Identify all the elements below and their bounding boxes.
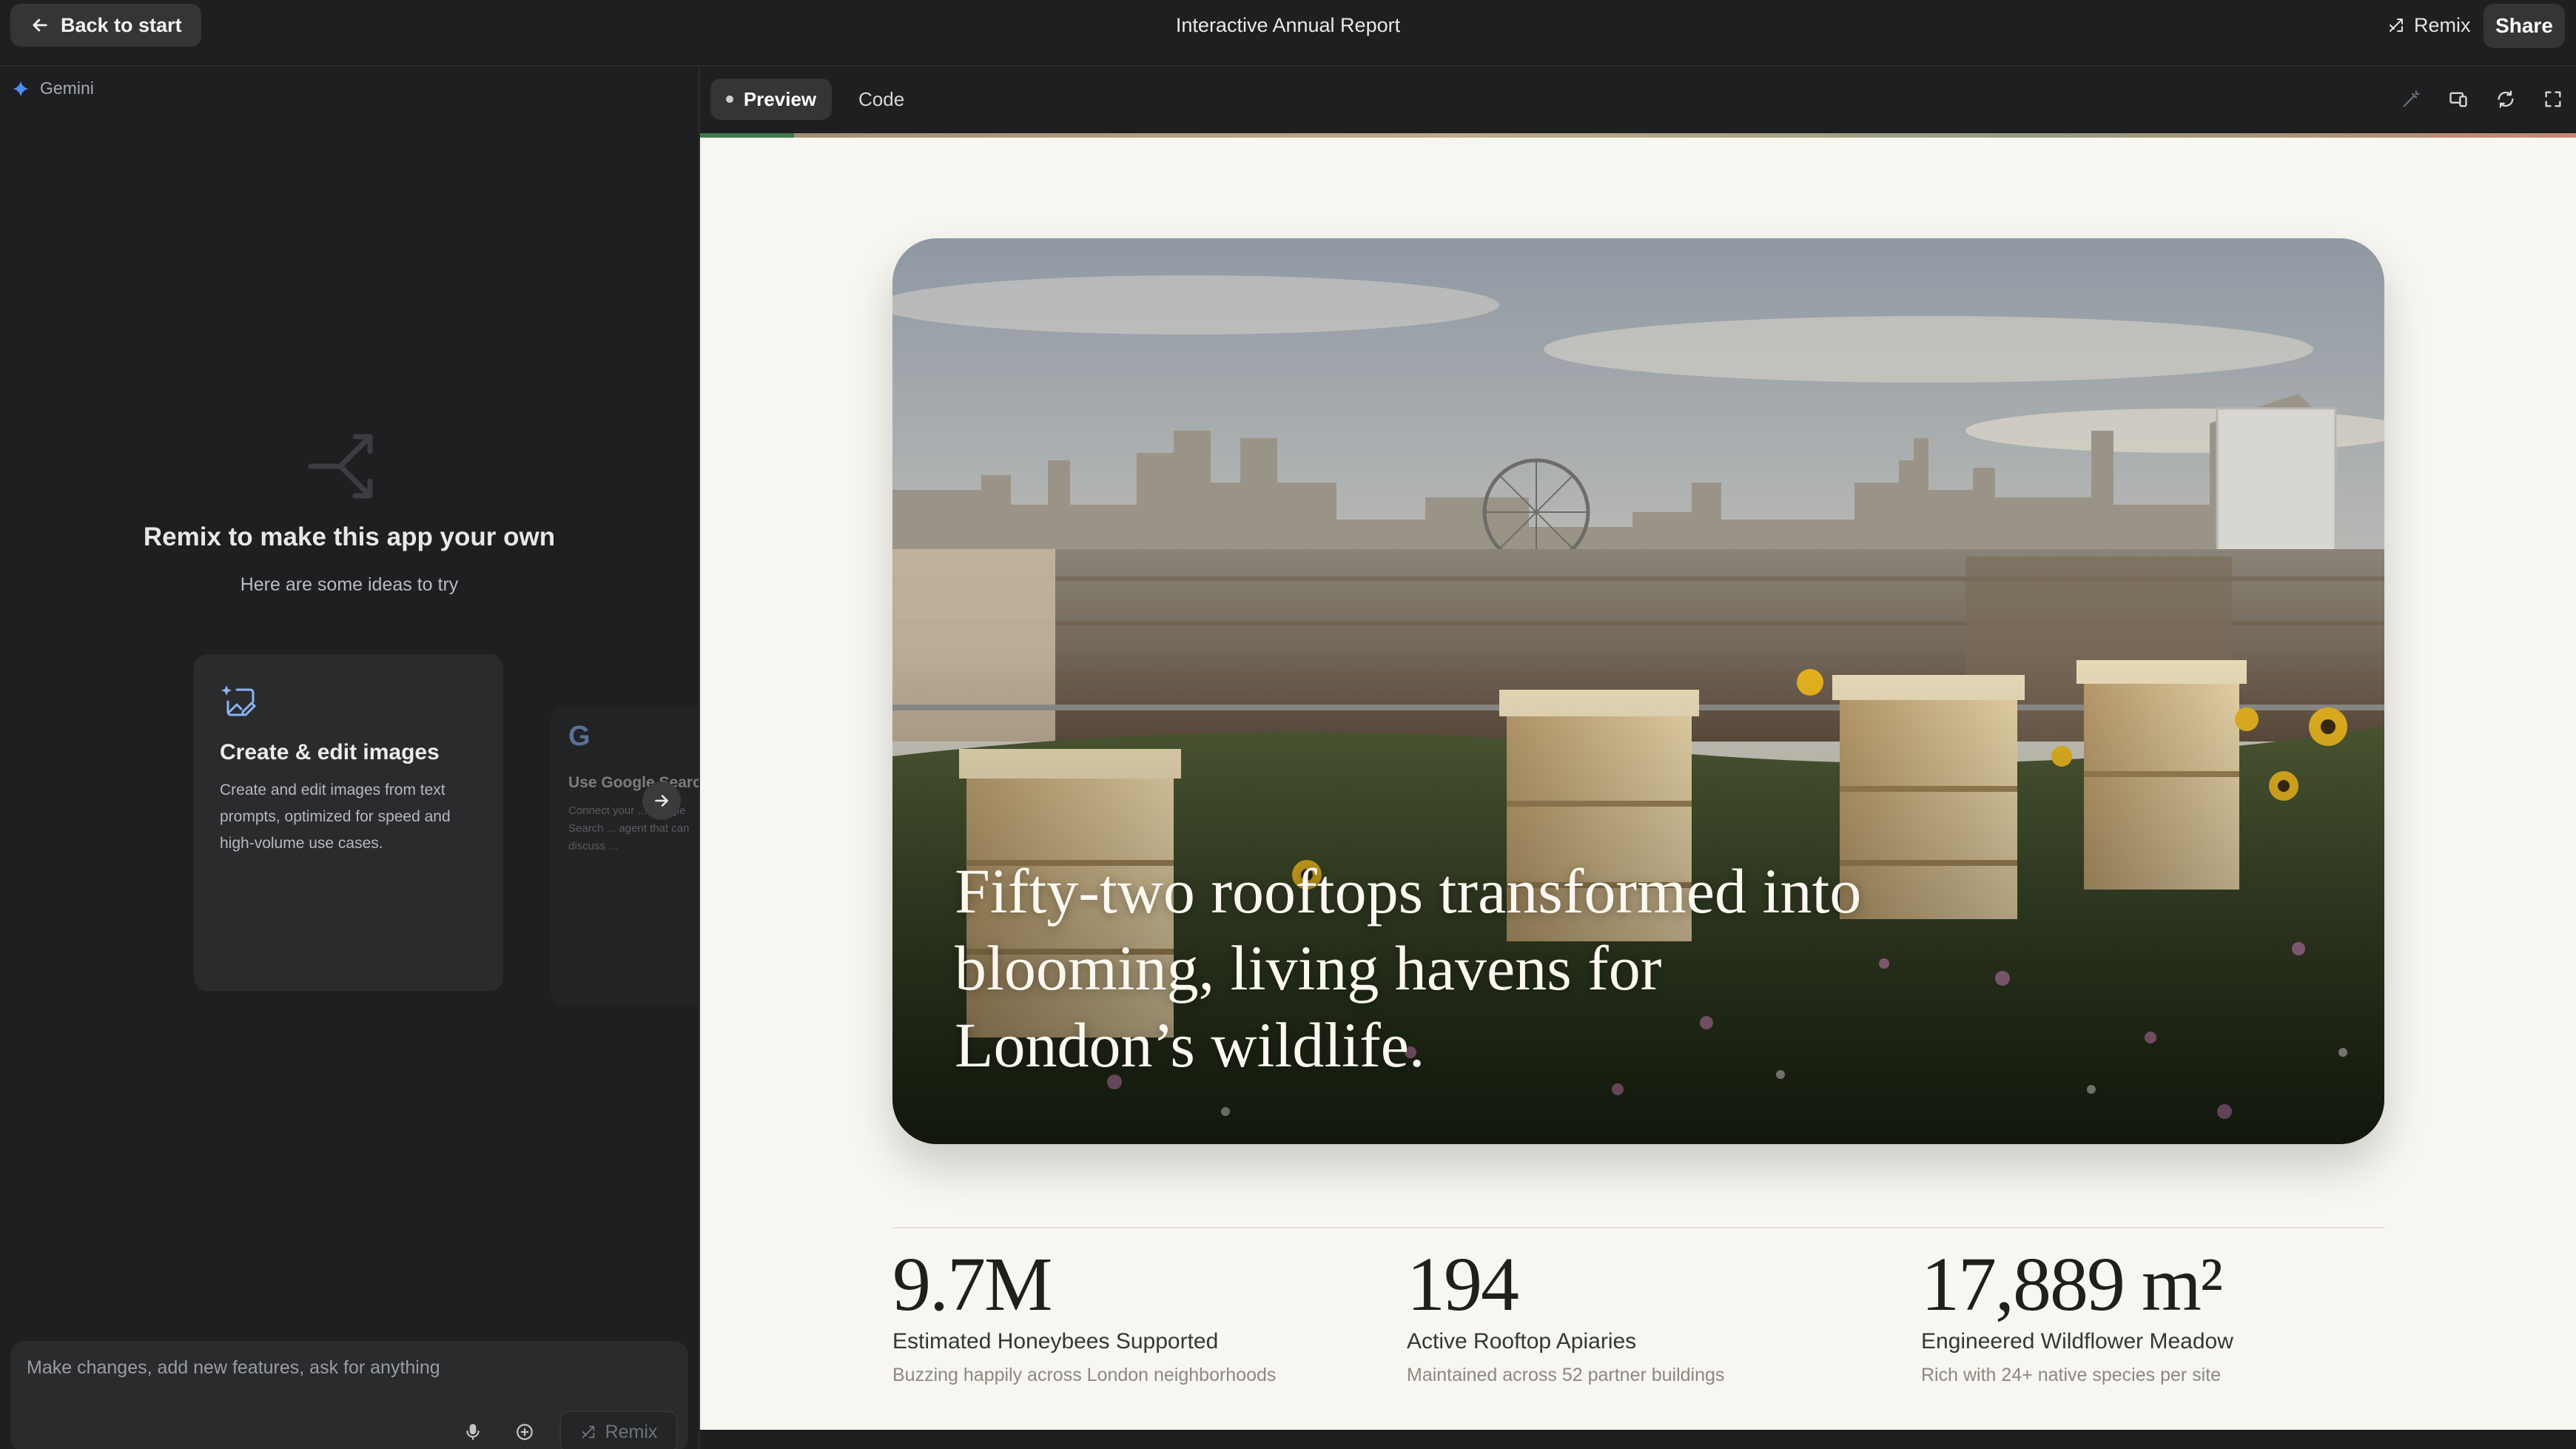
idea-title: Use Google Search xyxy=(568,774,711,791)
add-attachment-button[interactable] xyxy=(506,1413,543,1449)
model-label: Gemini xyxy=(40,78,94,98)
active-dot xyxy=(725,95,733,103)
stat-label: Estimated Honeybees Supported xyxy=(892,1329,1219,1354)
remix-illustration-icon xyxy=(308,434,373,499)
microphone-icon xyxy=(466,1424,480,1440)
stat-value: 17,889 m² xyxy=(1921,1242,2223,1327)
arrow-right-icon xyxy=(655,795,668,807)
refresh-icon xyxy=(2498,90,2514,108)
chat-panel: Gemini Remix to make this app your own H… xyxy=(0,68,713,1449)
stat-subtext: Buzzing happily across London neighborho… xyxy=(892,1365,1277,1385)
remix-send-label: Remix xyxy=(605,1421,658,1442)
scroll-progress-track xyxy=(700,133,2576,138)
remix-icon xyxy=(582,1425,594,1439)
gemini-sparkle-icon xyxy=(13,80,29,97)
stat-honeybees: 9.7M Estimated Honeybees Supported Buzzi… xyxy=(892,1243,1276,1386)
fullscreen-icon xyxy=(2545,91,2561,107)
stat-label: Active Rooftop Apiaries xyxy=(1407,1329,1637,1354)
bottom-status-strip xyxy=(700,1430,2576,1449)
stat-apiaries: 194 Active Rooftop Apiaries Maintained a… xyxy=(1407,1243,1724,1386)
stat-subtext: Rich with 24+ native species per site xyxy=(1921,1365,2222,1385)
stats-divider xyxy=(892,1227,2384,1228)
device-toggle-icon xyxy=(2449,92,2467,107)
carousel-next-button[interactable] xyxy=(642,781,681,820)
remix-icon xyxy=(2390,19,2403,32)
stat-value: 9.7M xyxy=(892,1242,1052,1327)
top-bar: Back to start Interactive Annual Report … xyxy=(0,0,2576,67)
remix-button[interactable]: Remix xyxy=(2377,4,2481,47)
microphone-button[interactable] xyxy=(454,1413,491,1449)
share-button[interactable]: Share xyxy=(2483,4,2565,48)
remix-send-button[interactable]: Remix xyxy=(559,1411,678,1449)
stat-meadow: 17,889 m² Engineered Wildflower Meadow R… xyxy=(1921,1243,2233,1386)
remix-label: Remix xyxy=(2414,13,2471,36)
app-preview[interactable]: Fifty-two rooftops transformed into bloo… xyxy=(700,133,2576,1430)
magic-edit-button[interactable] xyxy=(2395,83,2427,115)
tab-preview[interactable]: Preview xyxy=(710,78,832,120)
prompt-input[interactable]: Make changes, add new features, ask for … xyxy=(27,1357,440,1379)
stat-value: 194 xyxy=(1407,1242,1519,1327)
remix-subheading: Here are some ideas to try xyxy=(240,574,459,595)
idea-card-google-search[interactable]: G Use Google Search Connect your ... Goo… xyxy=(551,706,713,1006)
app-title: Interactive Annual Report xyxy=(1175,14,1401,36)
idea-description: Connect your ... Google Search ... agent… xyxy=(568,804,690,853)
preview-toolbar: Preview Code xyxy=(700,68,2576,135)
remix-heading: Remix to make this app your own xyxy=(143,522,556,551)
scroll-progress-bar xyxy=(700,133,794,138)
magic-edit-icon xyxy=(2403,90,2420,107)
image-edit-icon xyxy=(221,685,256,716)
idea-card-create-edit-images[interactable]: Create & edit images Create and edit ima… xyxy=(194,654,503,991)
refresh-button[interactable] xyxy=(2489,83,2522,115)
tab-preview-label: Preview xyxy=(743,87,817,110)
stat-label: Engineered Wildflower Meadow xyxy=(1921,1329,2233,1354)
idea-title: Create & edit images xyxy=(220,740,440,764)
idea-description: Create and edit images from text prompts… xyxy=(220,781,451,852)
plus-circle-icon xyxy=(517,1424,533,1440)
device-toggle-button[interactable] xyxy=(2442,83,2475,115)
fullscreen-button[interactable] xyxy=(2537,83,2569,115)
model-indicator: Gemini xyxy=(12,78,94,98)
prompt-composer[interactable]: Make changes, add new features, ask for … xyxy=(10,1341,688,1449)
hero-headline: Fifty-two rooftops transformed into bloo… xyxy=(955,855,1862,1080)
tab-code[interactable]: Code xyxy=(845,78,918,120)
hero-image-card: Fifty-two rooftops transformed into bloo… xyxy=(892,238,2384,1144)
stat-subtext: Maintained across 52 partner buildings xyxy=(1407,1365,1725,1385)
google-g-icon: G xyxy=(568,721,591,752)
